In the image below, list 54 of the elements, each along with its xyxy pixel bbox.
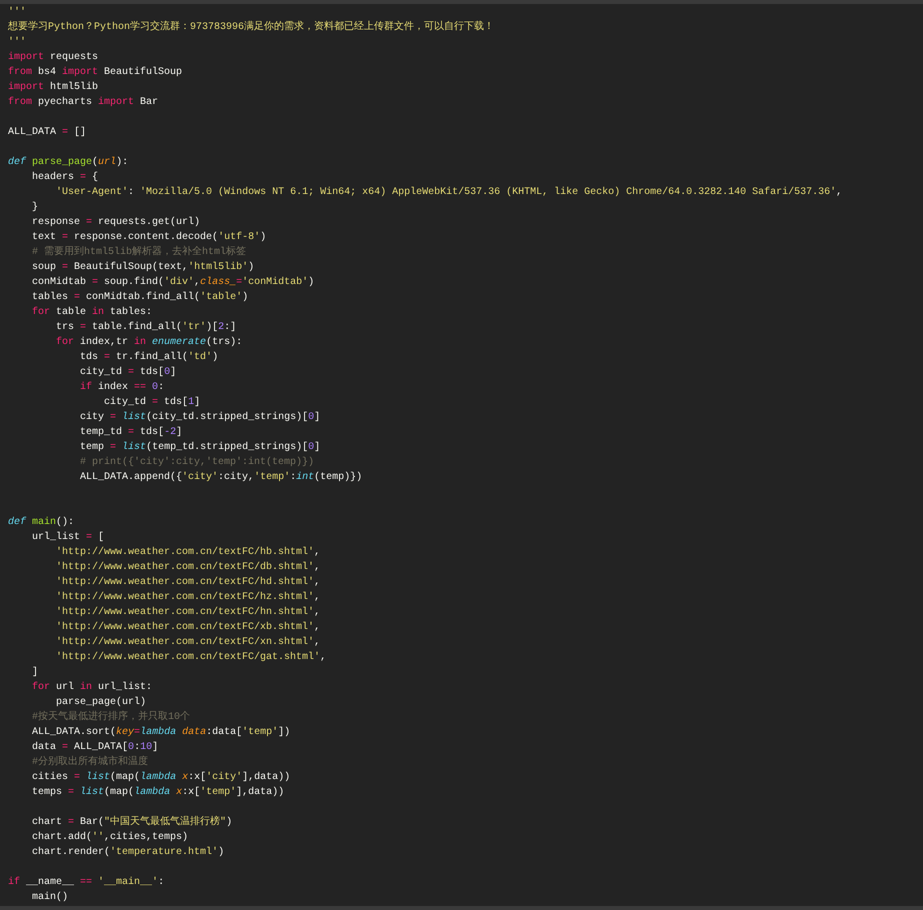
code-line: def main(): <box>8 516 74 530</box>
code-line: headers = { <box>31 170 98 185</box>
code-line: data = ALL_DATA[0:10] <box>31 740 158 755</box>
code-line: 'http://www.weather.com.cn/textFC/db.shtml', <box>55 560 320 575</box>
code-line: city_td = tds[1] <box>103 396 200 410</box>
code-line: cities = list(map(lambda x:x['city'],data)) <box>31 770 290 785</box>
code-line: #按天气最低进行排序，并只取10个 <box>31 710 190 725</box>
code-line: url_list = [ <box>31 530 104 545</box>
code-line: 'http://www.weather.com.cn/textFC/gat.shtml', <box>55 650 326 665</box>
code-line: ''' <box>8 36 26 50</box>
code-line: import requests <box>8 50 98 65</box>
code-line: 'http://www.weather.com.cn/textFC/hn.shtml', <box>55 606 320 620</box>
code-line: for url in url_list: <box>31 680 152 695</box>
code-line: main() <box>31 890 68 905</box>
code-line: temp_td = tds[-2] <box>79 426 182 440</box>
code-line: if index == 0: <box>79 380 164 395</box>
code-line: city = list(city_td.stripped_strings)[0] <box>79 410 320 425</box>
code-line: def parse_page(url): <box>8 156 128 170</box>
code-line: soup = BeautifulSoup(text,'html5lib') <box>31 260 254 275</box>
code-line: ALL_DATA.sort(key=lambda data:data['temp']) <box>31 726 290 740</box>
code-line: chart.render('temperature.html') <box>31 846 224 860</box>
code-line: parse_page(url) <box>55 696 146 710</box>
code-line: if __name__ == '__main__': <box>8 876 164 890</box>
code-line: ALL_DATA.append({'city':city,'temp':int(temp)}) <box>79 470 362 485</box>
code-line: tds = tr.find_all('td') <box>79 350 218 365</box>
code-line: #分别取出所有城市和温度 <box>31 755 148 770</box>
code-line: tables = conMidtab.find_all('table') <box>31 290 248 305</box>
code-line: import html5lib <box>8 80 98 95</box>
code-line: response = requests.get(url) <box>31 216 200 230</box>
code-line: chart = Bar("中国天气最低气温排行榜") <box>31 815 232 830</box>
code-line: for index,tr in enumerate(trs): <box>55 336 242 350</box>
code-line: ] <box>31 666 38 680</box>
code-line: ALL_DATA = [] <box>8 126 86 140</box>
code-line: for table in tables: <box>31 306 152 320</box>
code-line: 'http://www.weather.com.cn/textFC/hd.shtml', <box>55 576 320 590</box>
code-line: # print({'city':city,'temp':int(temp)}) <box>79 456 314 470</box>
code-line: text = response.content.decode('utf-8') <box>31 230 266 245</box>
code-line: 'http://www.weather.com.cn/textFC/xn.shtml', <box>55 636 320 650</box>
code-line: ''' <box>8 6 26 20</box>
code-line: temp = list(temp_td.stripped_strings)[0] <box>79 440 320 455</box>
code-line: 'http://www.weather.com.cn/textFC/hz.shtml', <box>55 590 320 605</box>
code-line: } <box>31 200 38 215</box>
code-line: temps = list(map(lambda x:x['temp'],data)) <box>31 786 284 800</box>
code-line: # 需要用到html5lib解析器，去补全html标签 <box>31 245 246 260</box>
code-line: 想要学习Python？Python学习交流群：973783996满足你的需求，资料都已经上传群文件，可以自行下载！ <box>8 20 494 35</box>
code-line: trs = table.find_all('tr')[2:] <box>55 320 236 335</box>
code-line: conMidtab = soup.find('div',class_='conMidtab') <box>31 276 314 290</box>
code-line: from bs4 import BeautifulSoup <box>8 66 182 80</box>
code-line: from pyecharts import Bar <box>8 96 158 110</box>
code-line: 'http://www.weather.com.cn/textFC/hb.shtml', <box>55 546 320 560</box>
code-line: city_td = tds[0] <box>79 366 176 380</box>
code-line: 'User-Agent': 'Mozilla/5.0 (Windows NT 6.1; Win64; x64) AppleWebKit/537.36 (KHTML, like Gecko) Chrome/64.0.3282.140 Safari/537.36', <box>55 186 842 200</box>
code-line: chart.add('',cities,temps) <box>31 830 188 845</box>
code-line: 'http://www.weather.com.cn/textFC/xb.shtml', <box>55 620 320 635</box>
